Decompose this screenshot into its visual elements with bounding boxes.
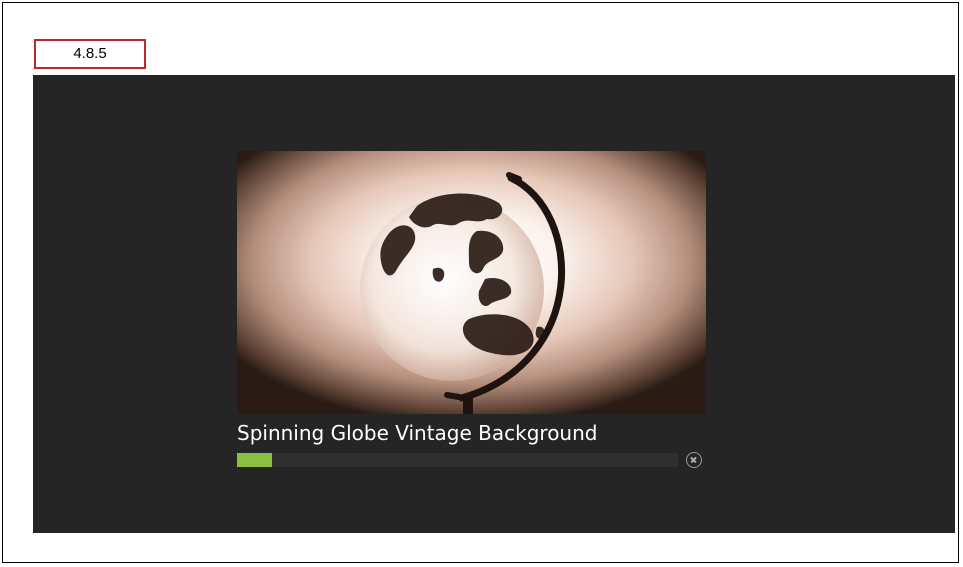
video-title: Spinning Globe Vintage Background: [237, 421, 598, 445]
download-progress-bar: [237, 453, 678, 467]
download-panel: Spinning Globe Vintage Background: [33, 75, 955, 533]
version-label: 4.8.5: [34, 39, 146, 69]
cancel-download-button[interactable]: [686, 452, 702, 468]
download-progress-fill: [237, 453, 273, 467]
globe-image: [237, 151, 706, 414]
video-thumbnail[interactable]: [237, 151, 706, 414]
